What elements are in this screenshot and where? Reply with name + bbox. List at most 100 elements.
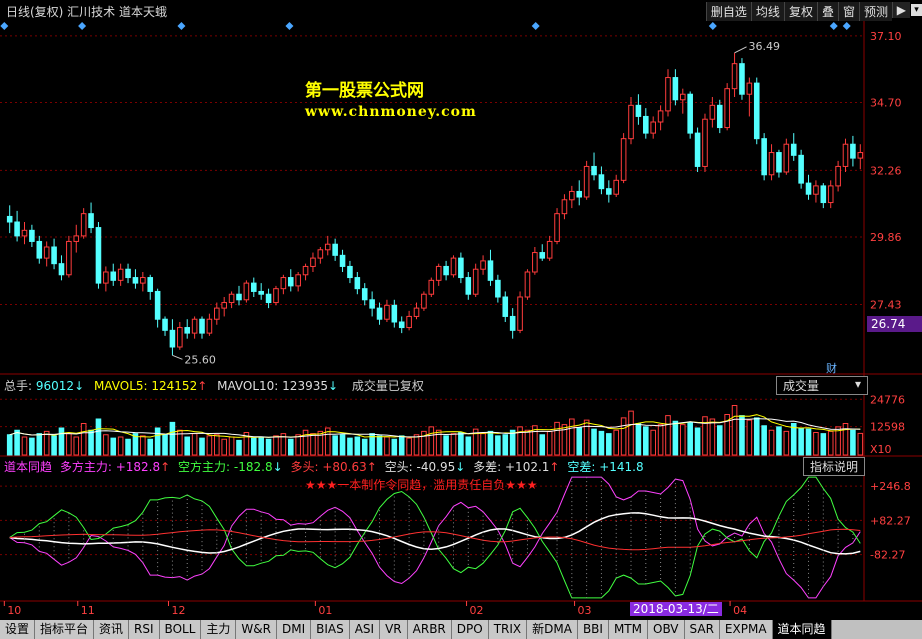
volume-bar-down <box>798 427 804 456</box>
candle-up <box>628 104 634 140</box>
candle-up <box>813 185 819 195</box>
candle-up <box>66 240 72 276</box>
tab-5[interactable]: 主力 <box>201 620 237 639</box>
volume-bar-up <box>302 429 309 456</box>
adjust-price-button[interactable]: 复权 <box>783 2 817 21</box>
tab-9[interactable]: ASI <box>349 620 381 639</box>
volume-bar-down <box>95 418 102 456</box>
candle-up <box>517 296 523 331</box>
forecast-button[interactable]: 预测 <box>858 2 892 21</box>
mavol10-label: MAVOL10: <box>217 379 279 393</box>
tab-20[interactable]: 道本同趋 <box>772 620 832 639</box>
tab-2[interactable]: 资讯 <box>94 620 130 639</box>
time-tick-label: 01 <box>318 604 332 617</box>
volume-bar-down <box>147 438 154 456</box>
volume-bar-down <box>820 433 827 456</box>
low-marker <box>172 354 183 360</box>
chevron-down-icon[interactable]: ▾ <box>911 4 922 16</box>
volume-bar-down <box>805 428 812 456</box>
finance-badge[interactable]: 财 <box>826 360 837 376</box>
overlay-button[interactable]: 叠 <box>816 2 838 21</box>
candle-down <box>36 240 43 259</box>
candle-up <box>273 288 279 304</box>
tab-15[interactable]: BBI <box>577 620 609 639</box>
bull-value: +182.8 <box>115 460 161 474</box>
candle-up <box>731 63 738 90</box>
tab-12[interactable]: DPO <box>451 620 489 639</box>
arrow-right-icon[interactable]: ▶ <box>891 2 910 18</box>
tab-19[interactable]: EXPMA <box>719 620 773 639</box>
volume-bar-up <box>480 433 486 456</box>
tab-18[interactable]: SAR <box>684 620 720 639</box>
candle-down <box>687 93 693 134</box>
tab-13[interactable]: TRIX <box>488 620 528 639</box>
tab-16[interactable]: MTM <box>608 620 648 639</box>
bear-value: -182.8 <box>233 460 273 474</box>
candle-down <box>14 221 20 237</box>
tab-8[interactable]: BIAS <box>311 620 350 639</box>
candle-up <box>554 213 560 242</box>
tab-11[interactable]: ARBR <box>407 620 452 639</box>
tab-14[interactable]: 新DMA <box>527 620 578 639</box>
total-label: 总手: <box>4 379 33 393</box>
volume-bar-down <box>850 429 856 456</box>
candle-up <box>140 277 146 284</box>
volume-bar-down <box>154 427 161 456</box>
volume-indicator-dropdown[interactable]: 成交量 ▾ <box>776 376 868 395</box>
time-tick-label: 03 <box>578 604 592 617</box>
volume-bar-down <box>776 426 782 456</box>
candle-up <box>117 268 124 281</box>
candle-down <box>250 282 257 292</box>
tab-7[interactable]: DMI <box>276 620 312 639</box>
candle-down <box>443 265 449 276</box>
remove-favorite-button[interactable]: 删自选 <box>705 2 751 21</box>
volume-bar-down <box>58 427 65 456</box>
indicator-help-button[interactable]: 指标说明 <box>803 457 866 476</box>
tab-10[interactable]: VR <box>380 620 408 639</box>
volume-tick-label: 12598 <box>870 421 905 434</box>
candle-down <box>790 143 797 156</box>
tab-6[interactable]: W&R <box>236 620 277 639</box>
candle-down <box>88 213 94 229</box>
moving-average-button[interactable]: 均线 <box>750 2 784 21</box>
volume-bar-down <box>376 435 383 456</box>
volume-bar-up <box>428 426 435 456</box>
candle-down <box>347 265 353 279</box>
volume-bar-down <box>635 423 642 456</box>
tab-17[interactable]: OBV <box>648 620 685 639</box>
candle-up <box>413 307 420 317</box>
volume-bar-down <box>361 438 368 456</box>
volume-bar-up <box>103 434 109 456</box>
candle-up <box>827 185 834 204</box>
volume-bar-up <box>679 424 686 456</box>
candle-down <box>132 277 139 284</box>
candle-down <box>332 243 338 256</box>
volume-bar-up <box>709 418 716 456</box>
dropdown-value: 成交量 <box>783 379 820 393</box>
volume-bar-up <box>665 415 671 456</box>
volume-bar-up <box>783 430 790 456</box>
chart-canvas[interactable]: 36.49 25.60 37.10 34.70 32.26 29.86 27.43 2477… <box>0 0 922 639</box>
candle-up <box>214 307 220 320</box>
candle-up <box>657 110 664 123</box>
tab-1[interactable]: 指标平台 <box>35 620 95 639</box>
current-price-badge: 26.74 <box>867 316 922 332</box>
candle-down <box>820 185 827 204</box>
candle-up <box>842 143 849 167</box>
tab-3[interactable]: RSI <box>129 620 160 639</box>
candle-up <box>702 118 708 167</box>
candle-up <box>317 249 324 259</box>
tab-4[interactable]: BOLL <box>159 620 202 639</box>
candle-up <box>532 252 538 273</box>
volume-bar-down <box>265 438 272 456</box>
tab-0[interactable]: 设置 <box>0 620 36 639</box>
candle-up <box>421 293 427 309</box>
candle-down <box>761 138 767 176</box>
signal-diamond <box>708 22 717 30</box>
candle-down <box>502 296 509 317</box>
window-button[interactable]: 窗 <box>837 2 859 21</box>
volume-bar-down <box>606 433 612 456</box>
candle-up <box>480 260 486 270</box>
volume-bar-down <box>398 435 405 456</box>
volume-bar-down <box>458 432 464 456</box>
